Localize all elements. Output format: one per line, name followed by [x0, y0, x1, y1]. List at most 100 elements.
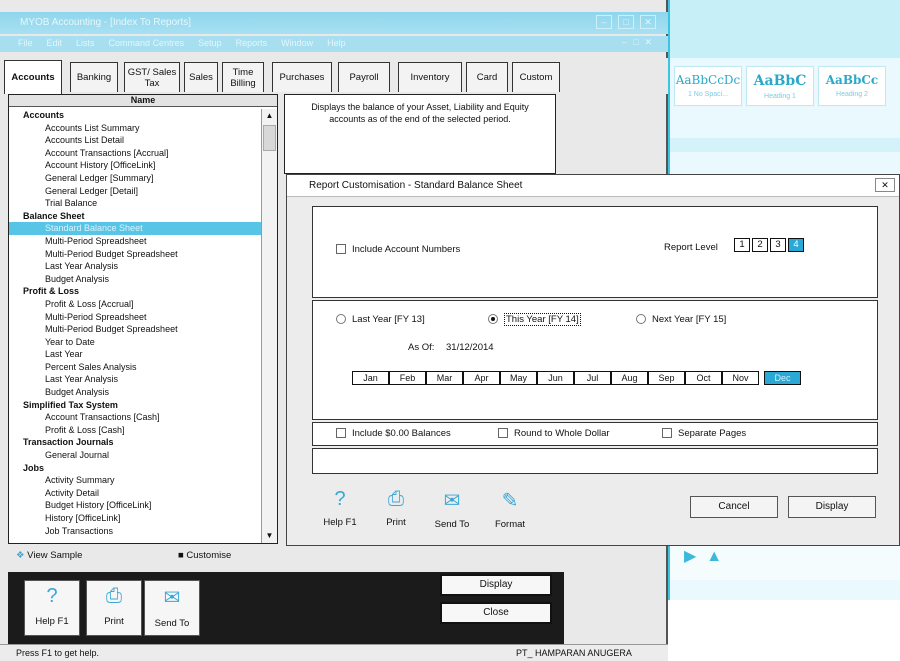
month-mar[interactable]: Mar: [426, 371, 463, 385]
tab-inventory[interactable]: Inventory: [398, 62, 462, 92]
dialog-close-icon[interactable]: ✕: [875, 178, 895, 192]
separate-pages-checkbox[interactable]: Separate Pages: [662, 428, 746, 439]
report-level-3-button[interactable]: 3: [770, 238, 786, 252]
list-item[interactable]: Budget Analysis: [9, 386, 261, 399]
list-item[interactable]: Account History [OfficeLink]: [9, 159, 261, 172]
list-item[interactable]: General Ledger [Detail]: [9, 185, 261, 198]
close-icon[interactable]: ✕: [640, 15, 656, 29]
maximize-icon[interactable]: □: [618, 15, 634, 29]
month-jul[interactable]: Jul: [574, 371, 611, 385]
customise-option[interactable]: ■ Customise: [178, 550, 231, 561]
include-zero-balances-checkbox[interactable]: Include $0.00 Balances: [336, 428, 451, 439]
report-list-scrollbar[interactable]: ▲ ▼: [261, 109, 277, 543]
list-item[interactable]: Account Transactions [Accrual]: [9, 147, 261, 160]
list-item[interactable]: Last Year: [9, 348, 261, 361]
month-feb[interactable]: Feb: [389, 371, 426, 385]
menu-file[interactable]: File: [18, 38, 33, 48]
month-jun[interactable]: Jun: [537, 371, 574, 385]
tab-payroll[interactable]: Payroll: [338, 62, 390, 92]
scroll-thumb[interactable]: [263, 125, 276, 151]
list-item[interactable]: General Journal: [9, 449, 261, 462]
menu-setup[interactable]: Setup: [198, 38, 222, 48]
month-oct[interactable]: Oct: [685, 371, 722, 385]
dialog-help-button[interactable]: ? Help F1: [318, 488, 362, 532]
menu-window[interactable]: Window: [281, 38, 313, 48]
list-item[interactable]: Year to Date: [9, 336, 261, 349]
list-category[interactable]: Transaction Journals: [9, 436, 261, 449]
list-item[interactable]: Budget History [OfficeLink]: [9, 499, 261, 512]
list-item[interactable]: Profit & Loss [Accrual]: [9, 298, 261, 311]
scroll-up-icon[interactable]: ▲: [262, 109, 277, 123]
month-aug[interactable]: Aug: [611, 371, 648, 385]
doc-close-icon[interactable]: ✕: [644, 37, 652, 48]
list-item[interactable]: History [OfficeLink]: [9, 512, 261, 525]
menu-edit[interactable]: Edit: [47, 38, 63, 48]
report-level-1-button[interactable]: 1: [734, 238, 750, 252]
help-button[interactable]: ? Help F1: [24, 580, 80, 636]
print-button[interactable]: ⎙ Print: [86, 580, 142, 636]
round-whole-dollar-checkbox[interactable]: Round to Whole Dollar: [498, 428, 610, 439]
dialog-print-button[interactable]: ⎙ Print: [374, 488, 418, 532]
menu-help[interactable]: Help: [327, 38, 346, 48]
list-item[interactable]: Multi-Period Spreadsheet: [9, 235, 261, 248]
tab-sales[interactable]: Sales: [184, 62, 218, 92]
list-category[interactable]: Jobs: [9, 462, 261, 475]
list-item[interactable]: Last Year Analysis: [9, 260, 261, 273]
list-item[interactable]: Multi-Period Budget Spreadsheet: [9, 323, 261, 336]
tab-card[interactable]: Card: [466, 62, 508, 92]
last-year-radio[interactable]: Last Year [FY 13]: [336, 314, 425, 325]
minimize-icon[interactable]: –: [596, 15, 612, 29]
menu-lists[interactable]: Lists: [76, 38, 95, 48]
include-account-numbers-checkbox[interactable]: Include Account Numbers: [336, 244, 460, 255]
month-jan[interactable]: Jan: [352, 371, 389, 385]
view-sample-option[interactable]: ❖ View Sample: [16, 550, 82, 561]
list-item[interactable]: Standard Balance Sheet: [9, 222, 261, 235]
month-may[interactable]: May: [500, 371, 537, 385]
list-item[interactable]: Budget Analysis: [9, 273, 261, 286]
next-year-radio[interactable]: Next Year [FY 15]: [636, 314, 726, 325]
month-nov[interactable]: Nov: [722, 371, 759, 385]
doc-restore-icon[interactable]: □: [633, 37, 638, 48]
list-category[interactable]: Profit & Loss: [9, 285, 261, 298]
list-item[interactable]: Activity Summary: [9, 474, 261, 487]
month-sep[interactable]: Sep: [648, 371, 685, 385]
style-heading-1[interactable]: AaBbC Heading 1: [746, 66, 814, 106]
style-no-spacing[interactable]: AaBbCcDc 1 No Spaci...: [674, 66, 742, 106]
style-heading-2[interactable]: AaBbCc Heading 2: [818, 66, 886, 106]
menu-reports[interactable]: Reports: [236, 38, 268, 48]
list-item[interactable]: Percent Sales Analysis: [9, 361, 261, 374]
dialog-send-to-button[interactable]: ✉ Send To: [430, 488, 474, 532]
this-year-radio[interactable]: This Year [FY 14]: [488, 313, 581, 326]
tab-custom[interactable]: Custom: [512, 62, 560, 92]
close-button[interactable]: Close: [440, 602, 552, 624]
list-item[interactable]: Last Year Analysis: [9, 373, 261, 386]
list-item[interactable]: Accounts List Summary: [9, 122, 261, 135]
list-item[interactable]: Multi-Period Spreadsheet: [9, 311, 261, 324]
month-dec[interactable]: Dec: [764, 371, 801, 385]
send-to-button[interactable]: ✉ Send To: [144, 580, 200, 636]
menu-command-centres[interactable]: Command Centres: [109, 38, 185, 48]
tab-banking[interactable]: Banking: [70, 62, 118, 92]
list-item[interactable]: Profit & Loss [Cash]: [9, 424, 261, 437]
list-category[interactable]: Simplified Tax System: [9, 399, 261, 412]
report-level-2-button[interactable]: 2: [752, 238, 768, 252]
tab-gst-sales-tax[interactable]: GST/ Sales Tax: [124, 62, 180, 92]
list-item[interactable]: Accounts List Detail: [9, 134, 261, 147]
dialog-format-button[interactable]: ✎ Format: [488, 488, 532, 532]
list-category[interactable]: Balance Sheet: [9, 210, 261, 223]
tab-purchases[interactable]: Purchases: [272, 62, 332, 92]
dialog-display-button[interactable]: Display: [788, 496, 876, 518]
list-item[interactable]: Account Transactions [Cash]: [9, 411, 261, 424]
list-item[interactable]: Multi-Period Budget Spreadsheet: [9, 248, 261, 261]
month-apr[interactable]: Apr: [463, 371, 500, 385]
cancel-button[interactable]: Cancel: [690, 496, 778, 518]
list-category[interactable]: Accounts: [9, 109, 261, 122]
report-level-4-button[interactable]: 4: [788, 238, 804, 252]
list-item[interactable]: Activity Detail: [9, 487, 261, 500]
tab-accounts[interactable]: Accounts: [4, 60, 62, 94]
list-item[interactable]: Trial Balance: [9, 197, 261, 210]
display-button[interactable]: Display: [440, 574, 552, 596]
list-item[interactable]: General Ledger [Summary]: [9, 172, 261, 185]
doc-minimize-icon[interactable]: –: [622, 37, 627, 48]
tab-time-billing[interactable]: Time Billing: [222, 62, 264, 92]
